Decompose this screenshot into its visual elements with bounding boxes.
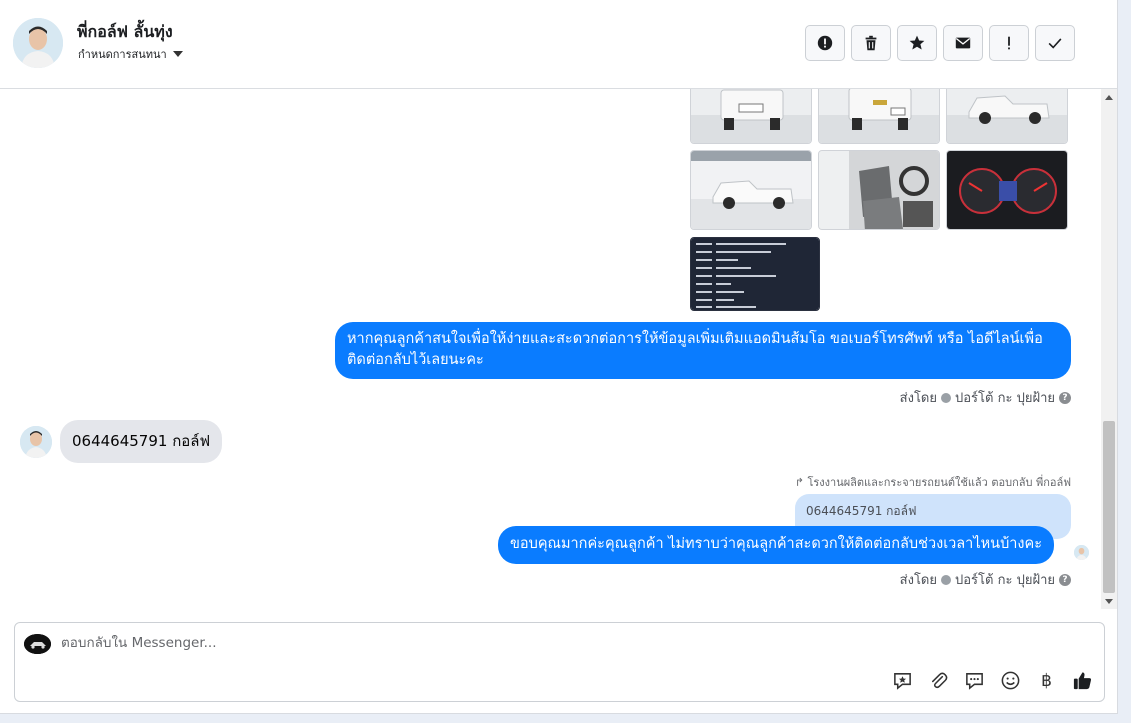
outgoing-message[interactable]: ขอบคุณมากค่ะคุณลูกค้า ไม่ทราบว่าคุณลูกค้… [498, 526, 1055, 564]
delete-button[interactable] [851, 25, 891, 61]
sent-by-name: ปอร์โต้ กะ ปุยฝ้าย [955, 391, 1055, 406]
incoming-message[interactable]: 0644645791 กอล์ฟ [60, 420, 223, 463]
sent-by-label: ส่งโดย [899, 573, 937, 588]
like-icon [1073, 672, 1092, 690]
page-logo-avatar [24, 634, 51, 654]
reply-input[interactable] [61, 635, 861, 651]
header-actions [805, 25, 1075, 61]
reply-composer: ฿ [14, 622, 1105, 702]
star-button[interactable] [897, 25, 937, 61]
help-icon[interactable]: ? [1059, 391, 1071, 404]
scroll-down-arrow[interactable] [1101, 593, 1117, 609]
car-spec-card-thumbnail[interactable] [690, 237, 820, 311]
check-icon [1048, 38, 1062, 49]
mark-unread-button[interactable] [943, 25, 983, 61]
conversation-panel: พี่กอล์ฟ ลั้นทุ่ง กำหนดการสนทนา หากคุณลู… [0, 0, 1118, 714]
attachment-icon [932, 672, 948, 689]
conversation-header: พี่กอล์ฟ ลั้นทุ่ง กำหนดการสนทนา [0, 0, 1117, 89]
sent-by-name: ปอร์โต้ กะ ปุยฝ้าย [955, 573, 1055, 588]
mail-icon [955, 37, 971, 49]
sent-by-info: ส่งโดย ปอร์โต้ กะ ปุยฝ้าย ? [900, 569, 1071, 590]
baht-icon: ฿ [1041, 670, 1052, 691]
mark-done-button[interactable] [1035, 25, 1075, 61]
car-photo-thumbnail[interactable] [690, 89, 812, 144]
car-photo-thumbnail[interactable] [946, 89, 1068, 144]
thread-scrollbar[interactable] [1101, 89, 1117, 609]
attach-file-button[interactable] [927, 669, 950, 692]
trash-icon [865, 35, 877, 51]
outgoing-message[interactable]: หากคุณลูกค้าสนใจเพื่อให้ง่ายและสะดวกต่อก… [335, 322, 1071, 379]
scrollbar-thumb[interactable] [1103, 421, 1115, 593]
car-photo-thumbnail[interactable] [690, 150, 812, 230]
follow-up-button[interactable] [989, 25, 1029, 61]
assign-label: กำหนดการสนทนา [78, 48, 167, 61]
car-photo-thumbnail[interactable] [946, 150, 1068, 230]
contact-name[interactable]: พี่กอล์ฟ ลั้นทุ่ง [77, 20, 173, 45]
sent-by-label: ส่งโดย [899, 391, 937, 406]
contact-avatar[interactable] [13, 18, 63, 68]
star-icon [909, 35, 925, 50]
reply-icon: ↱ [794, 476, 804, 489]
payment-button[interactable]: ฿ [1035, 669, 1058, 692]
seen-avatar [1074, 545, 1089, 560]
emoji-icon [1001, 671, 1020, 690]
sent-by-info: ส่งโดย ปอร์โต้ กะ ปุยฝ้าย ? [900, 387, 1071, 408]
sticker-icon [894, 673, 911, 690]
saved-reply-icon [966, 673, 983, 690]
reply-context-note: ↱ โรงงานผลิตและกระจายรถยนต์ใช้แล้ว ตอบกล… [794, 476, 1071, 489]
help-icon[interactable]: ? [1059, 573, 1071, 586]
car-photo-thumbnail[interactable] [818, 89, 940, 144]
customer-avatar[interactable] [20, 426, 52, 458]
sticker-button[interactable] [891, 669, 914, 692]
mark-spam-button[interactable] [805, 25, 845, 61]
scroll-up-arrow[interactable] [1101, 89, 1117, 105]
alert-icon [817, 35, 833, 51]
exclamation-icon [1008, 36, 1010, 50]
caret-down-icon [172, 51, 183, 57]
composer-tools: ฿ [891, 669, 1094, 692]
like-button[interactable] [1071, 669, 1094, 692]
emoji-button[interactable] [999, 669, 1022, 692]
assign-conversation-dropdown[interactable]: กำหนดการสนทนา [78, 45, 183, 63]
saved-replies-button[interactable] [963, 669, 986, 692]
admin-avatar-icon [941, 392, 951, 403]
car-photo-thumbnail[interactable] [818, 150, 940, 230]
admin-avatar-icon [941, 574, 951, 585]
message-thread: หากคุณลูกค้าสนใจเพื่อให้ง่ายและสะดวกต่อก… [0, 89, 1100, 609]
